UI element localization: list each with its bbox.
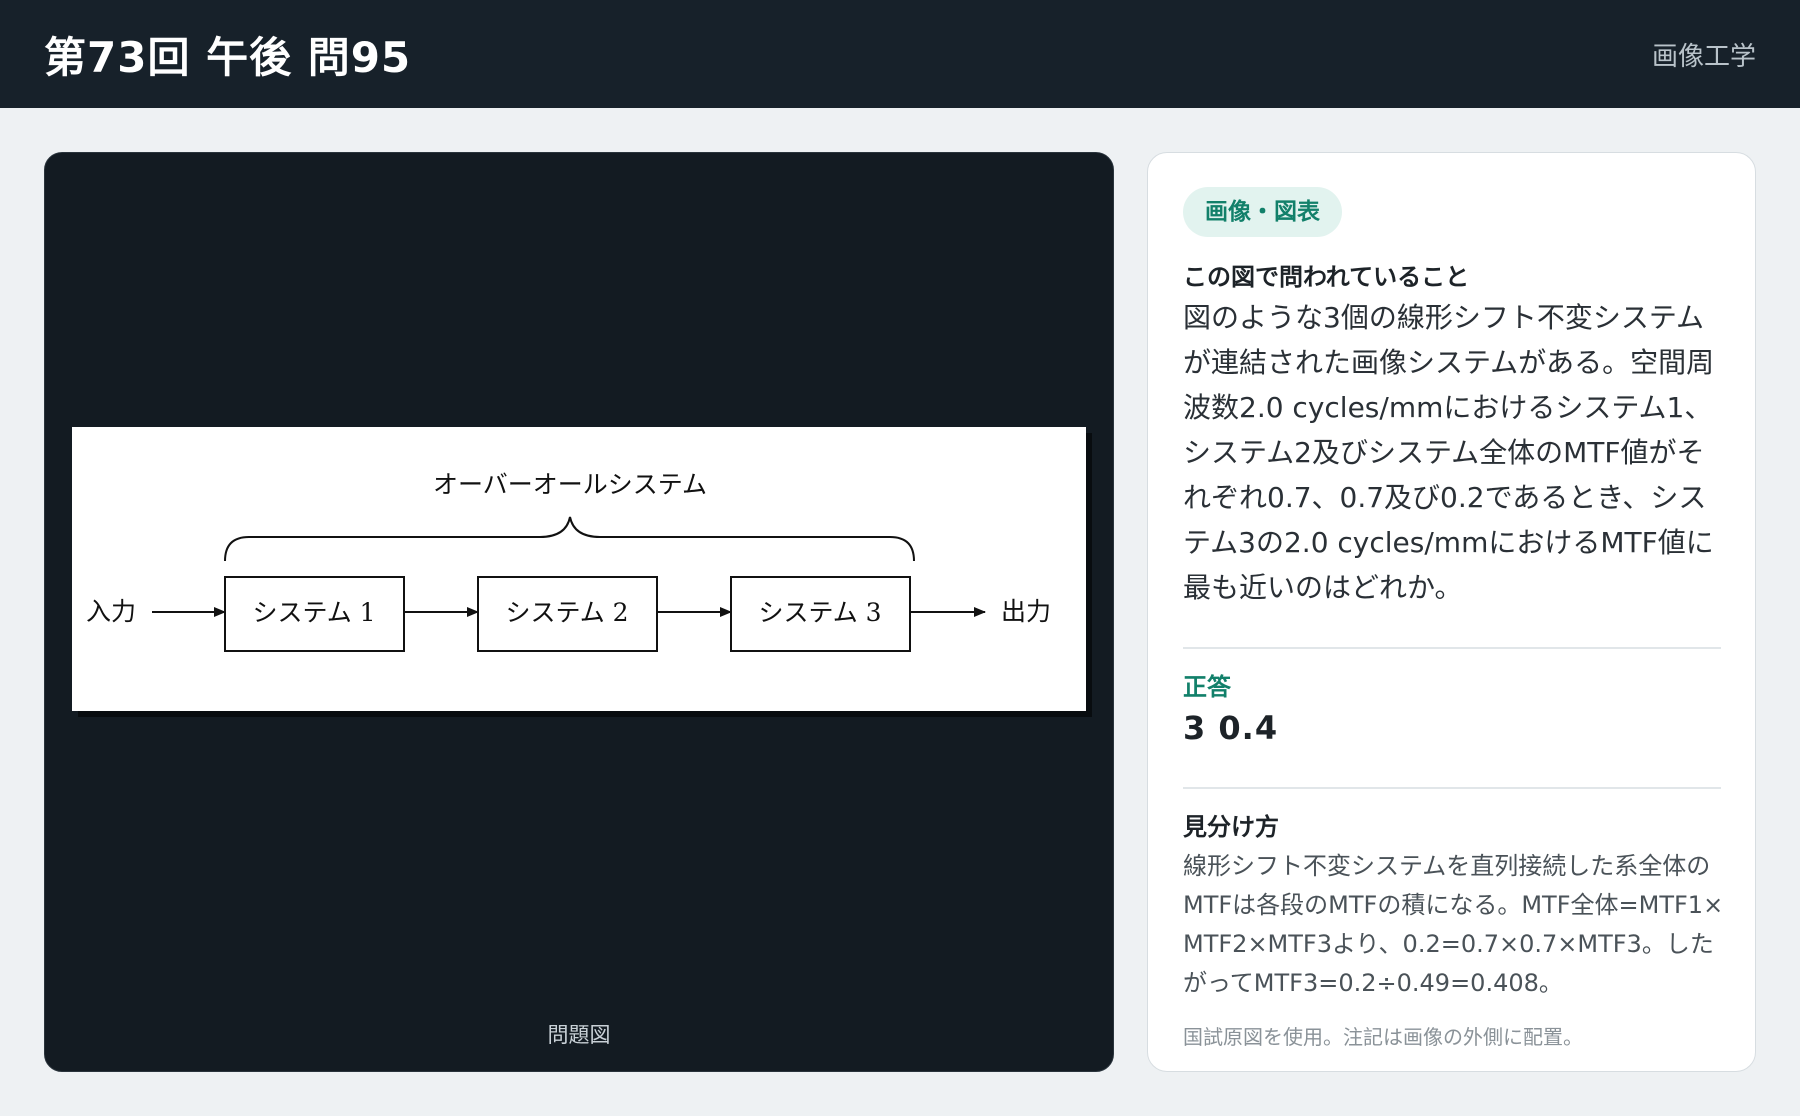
page-title: 第73回 午後 問95	[44, 33, 412, 82]
answer-value: 3 0.4	[1183, 709, 1279, 747]
hint-heading: 見分け方	[1183, 813, 1279, 841]
input-label: 入力	[86, 597, 136, 626]
header-bar: 第73回 午後 問95 画像工学	[0, 0, 1800, 108]
overall-brace	[224, 516, 915, 562]
output-label: 出力	[1001, 597, 1051, 626]
category-tag: 画像・図表	[1183, 187, 1342, 237]
block-diagram: オーバーオールシステム 入力 システム 1 システム 2 システム 3 出力	[86, 470, 1051, 652]
answer-heading: 正答	[1183, 673, 1231, 701]
question-heading: この図で問われていること	[1183, 263, 1470, 291]
divider	[1183, 787, 1721, 789]
figure-caption: 問題図	[547, 1023, 611, 1047]
overall-system-label: オーバーオールシステム	[433, 470, 707, 499]
figure-panel: オーバーオールシステム 入力 システム 1 システム 2 システム 3 出力 問…	[44, 152, 1114, 1072]
source-note: 国試原図を使用。注記は画像の外側に配置。	[1183, 1025, 1583, 1049]
system-1-label: システム 1	[252, 598, 375, 627]
divider	[1183, 647, 1721, 649]
hint-text: 線形シフト不変システムを直列接続した系全体のMTFは各段のMTFの積になる。MT…	[1183, 852, 1724, 997]
problem-figure: オーバーオールシステム 入力 システム 1 システム 2 システム 3 出力	[72, 427, 1086, 711]
system-3-label: システム 3	[758, 598, 881, 627]
system-2-label: システム 2	[505, 598, 628, 627]
subject-label: 画像工学	[1651, 42, 1756, 72]
question-text: 図のような3個の線形シフト不変システムが連結された画像システムがある。空間周波数…	[1183, 301, 1715, 604]
info-panel: 画像・図表 この図で問われていること 図のような3個の線形シフト不変システムが連…	[1147, 152, 1756, 1072]
